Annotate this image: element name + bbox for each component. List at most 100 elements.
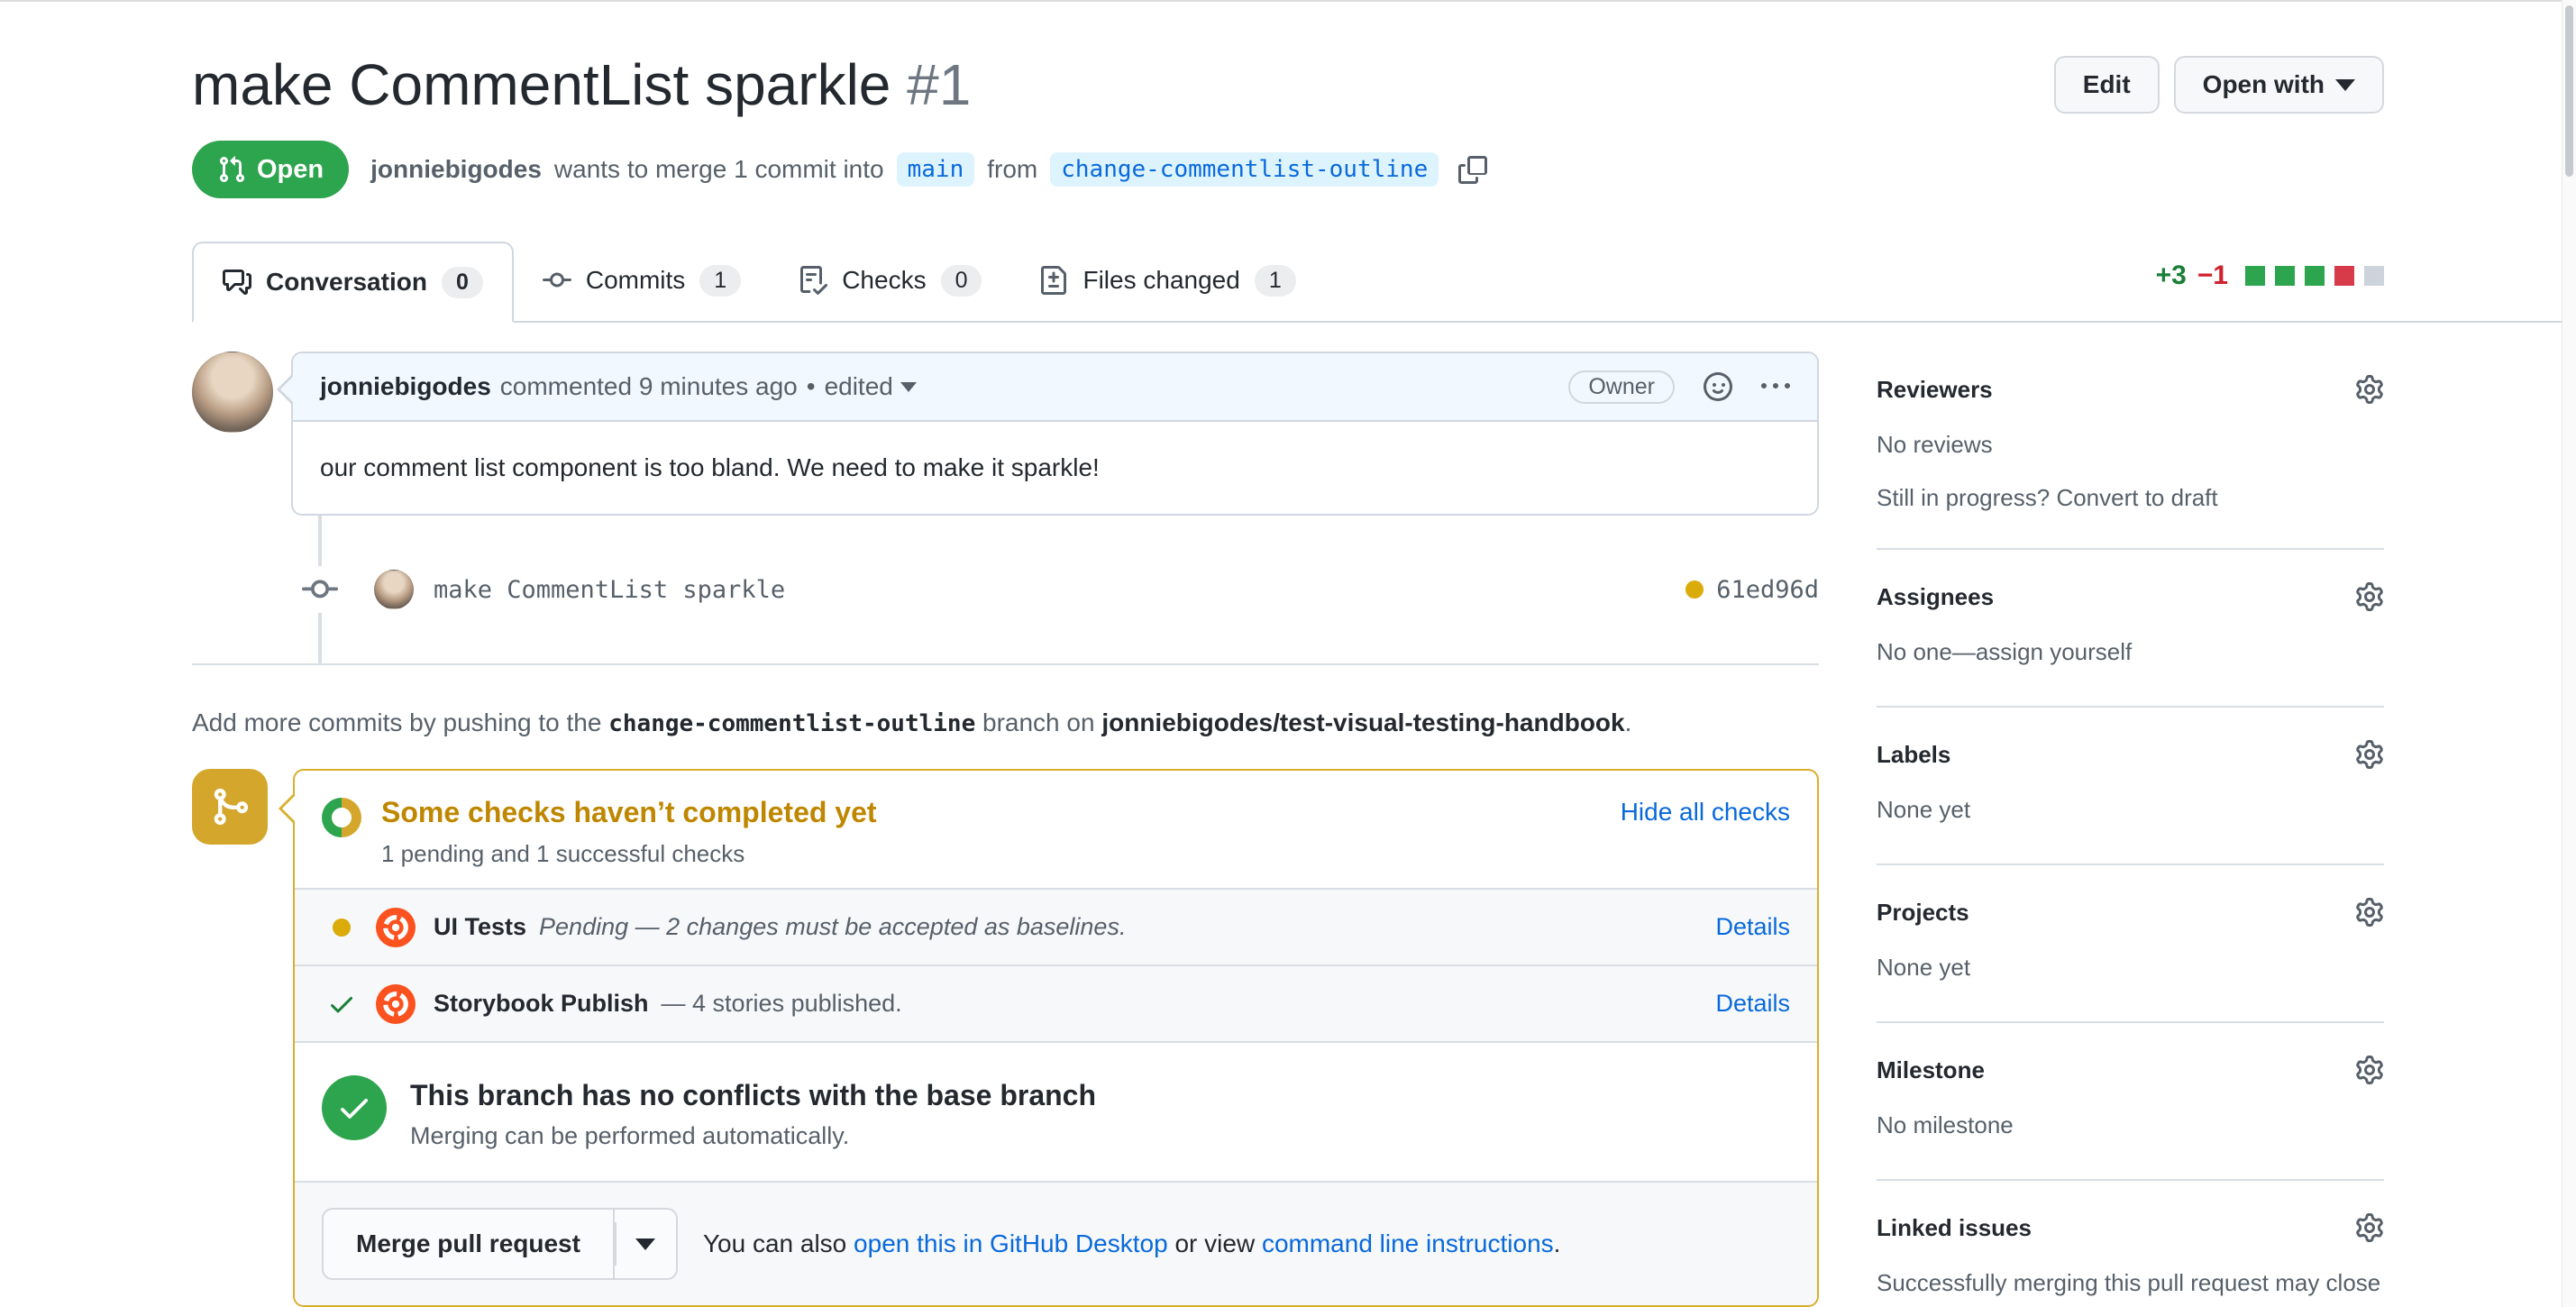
base-branch-label[interactable]: main: [896, 152, 975, 187]
open-with-button[interactable]: Open with: [2173, 56, 2384, 114]
head-branch-label[interactable]: change-commentlist-outline: [1050, 152, 1439, 187]
chevron-down-icon: [635, 1238, 655, 1250]
sidebar-section-reviewers: Reviewers No reviews Still in progress? …: [1877, 352, 2384, 550]
commit-avatar[interactable]: [374, 570, 414, 609]
comment-author-link[interactable]: jonniebigodes: [320, 372, 491, 401]
chevron-down-icon: [2335, 78, 2355, 91]
push-note-repo: jonniebigodes/test-visual-testing-handbo…: [1101, 708, 1625, 736]
author-association-badge: Owner: [1568, 370, 1675, 404]
edit-button[interactable]: Edit: [2053, 56, 2160, 114]
merge-options-dropdown[interactable]: [614, 1208, 678, 1280]
assignees-heading: Assignees: [1877, 583, 1995, 610]
comment-meta: commented 9 minutes ago: [499, 372, 798, 400]
tab-label: Files changed: [1082, 266, 1240, 294]
checklist-icon: [799, 266, 827, 295]
diffstat-block-added: [2275, 266, 2295, 286]
check-name: Storybook Publish: [434, 990, 649, 1017]
command-line-instructions-link[interactable]: command line instructions: [1262, 1229, 1554, 1257]
pr-title-text: make CommentList sparkle: [192, 52, 891, 117]
mergeability-subtitle: Merging can be performed automatically.: [410, 1122, 850, 1149]
pr-author-link[interactable]: jonniebigodes: [370, 155, 542, 184]
sidebar-section-linked-issues: Linked issues Successfully merging this …: [1877, 1181, 2384, 1307]
edited-dropdown[interactable]: edited: [825, 372, 917, 401]
checks-summary: Some checks haven’t completed yet 1 pend…: [295, 771, 1817, 888]
linked-issues-desc: Successfully merging this pull request m…: [1877, 1269, 2381, 1307]
draft-hint-prefix: Still in progress?: [1877, 484, 2051, 511]
comment-header: jonniebigodes commented 9 minutes ago • …: [293, 353, 1817, 422]
push-note-suffix: .: [1624, 708, 1632, 736]
gear-icon[interactable]: [2355, 1056, 2384, 1084]
tab-checks[interactable]: Checks 0: [770, 240, 1010, 321]
issue-comment: jonniebigodes commented 9 minutes ago • …: [192, 352, 1819, 516]
reviewers-heading: Reviewers: [1877, 376, 1993, 403]
gear-icon[interactable]: [2355, 898, 2384, 927]
gear-icon[interactable]: [2355, 375, 2384, 404]
discussion-timeline: jonniebigodes commented 9 minutes ago • …: [192, 352, 1819, 1307]
page-title: make CommentList sparkle #1: [192, 50, 971, 119]
timeline-divider: [192, 663, 1819, 665]
push-note-middle: branch on: [982, 708, 1095, 736]
github-desktop-link[interactable]: open this in GitHub Desktop: [854, 1229, 1168, 1257]
git-commit-icon: [543, 266, 571, 295]
pr-sidebar: Reviewers No reviews Still in progress? …: [1877, 352, 2384, 1307]
commit-sha-link[interactable]: 61ed96d: [1716, 576, 1819, 604]
comment-meta-separator: •: [806, 372, 816, 400]
pending-status-dot: [322, 918, 361, 937]
convert-to-draft-link[interactable]: Convert to draft: [2056, 484, 2217, 511]
gear-icon[interactable]: [2355, 582, 2384, 611]
tab-counter: 1: [1254, 264, 1296, 297]
file-diff-icon: [1039, 266, 1068, 295]
tab-label: Conversation: [266, 268, 427, 296]
merge-caption: You can also open this in GitHub Desktop…: [703, 1229, 1561, 1258]
sidebar-section-labels: Labels None yet: [1877, 708, 2384, 865]
tab-commits[interactable]: Commits 1: [514, 240, 770, 321]
check-status-text: Pending — 2 changes must be accepted as …: [539, 913, 1127, 940]
tab-conversation[interactable]: Conversation 0: [192, 242, 514, 323]
pr-meta-row: Open jonniebigodes wants to merge 1 comm…: [192, 141, 2384, 198]
status-badge: Open: [192, 141, 350, 198]
tab-counter: 1: [699, 264, 742, 297]
status-badge-label: Open: [257, 154, 324, 184]
details-link[interactable]: Details: [1715, 990, 1790, 1018]
chromatic-logo-icon: [376, 908, 416, 947]
kebab-menu-icon[interactable]: [1761, 372, 1790, 401]
from-word: from: [987, 155, 1038, 183]
linked-issues-heading: Linked issues: [1877, 1214, 2032, 1241]
tab-counter: 0: [940, 264, 982, 297]
assign-yourself-link[interactable]: assign yourself: [1976, 638, 2132, 665]
hide-all-checks-link[interactable]: Hide all checks: [1621, 798, 1790, 870]
page-top-divider: [0, 0, 2576, 2]
git-pull-request-icon: [217, 155, 246, 184]
tab-files-changed[interactable]: Files changed 1: [1010, 240, 1324, 321]
tab-label: Checks: [842, 266, 927, 294]
emoji-reaction-icon[interactable]: [1704, 372, 1732, 401]
mergeability-section: This branch has no conflicts with the ba…: [295, 1041, 1817, 1181]
edited-label: edited: [824, 372, 893, 400]
sidebar-section-projects: Projects None yet: [1877, 865, 2384, 1023]
scrollbar-track[interactable]: [2562, 0, 2576, 1307]
git-merge-icon: [209, 786, 251, 827]
gear-icon[interactable]: [2355, 740, 2384, 769]
reviewers-empty: No reviews: [1877, 431, 1993, 458]
comment-box: jonniebigodes commented 9 minutes ago • …: [277, 352, 1819, 516]
pr-tabnav: Conversation 0 Commits 1 Checks 0 Files …: [192, 240, 2576, 323]
avatar[interactable]: [192, 352, 273, 433]
commit-message-link[interactable]: make CommentList sparkle: [434, 576, 785, 604]
convert-to-draft-row: Still in progress? Convert to draft: [1877, 484, 2384, 512]
merge-pull-request-button[interactable]: Merge pull request: [322, 1208, 615, 1280]
comment-discussion-icon: [223, 268, 251, 297]
timeline-section: make CommentList sparkle 61ed96d: [192, 516, 1819, 663]
checks-subtitle: 1 pending and 1 successful checks: [381, 840, 745, 867]
labels-empty: None yet: [1877, 796, 1971, 823]
diffstat-block-added: [2245, 266, 2265, 286]
scrollbar-thumb[interactable]: [2565, 5, 2573, 177]
git-commit-icon: [302, 566, 338, 613]
milestone-empty: No milestone: [1877, 1111, 2014, 1138]
assignees-empty: No one—assign yourself: [1877, 635, 2384, 670]
no-conflicts-check-icon: [322, 1075, 387, 1140]
projects-empty: None yet: [1877, 954, 1971, 981]
details-link[interactable]: Details: [1715, 913, 1790, 941]
commit-status-pending-dot[interactable]: [1685, 580, 1704, 599]
gear-icon[interactable]: [2355, 1213, 2384, 1242]
copy-branch-icon[interactable]: [1458, 155, 1487, 184]
